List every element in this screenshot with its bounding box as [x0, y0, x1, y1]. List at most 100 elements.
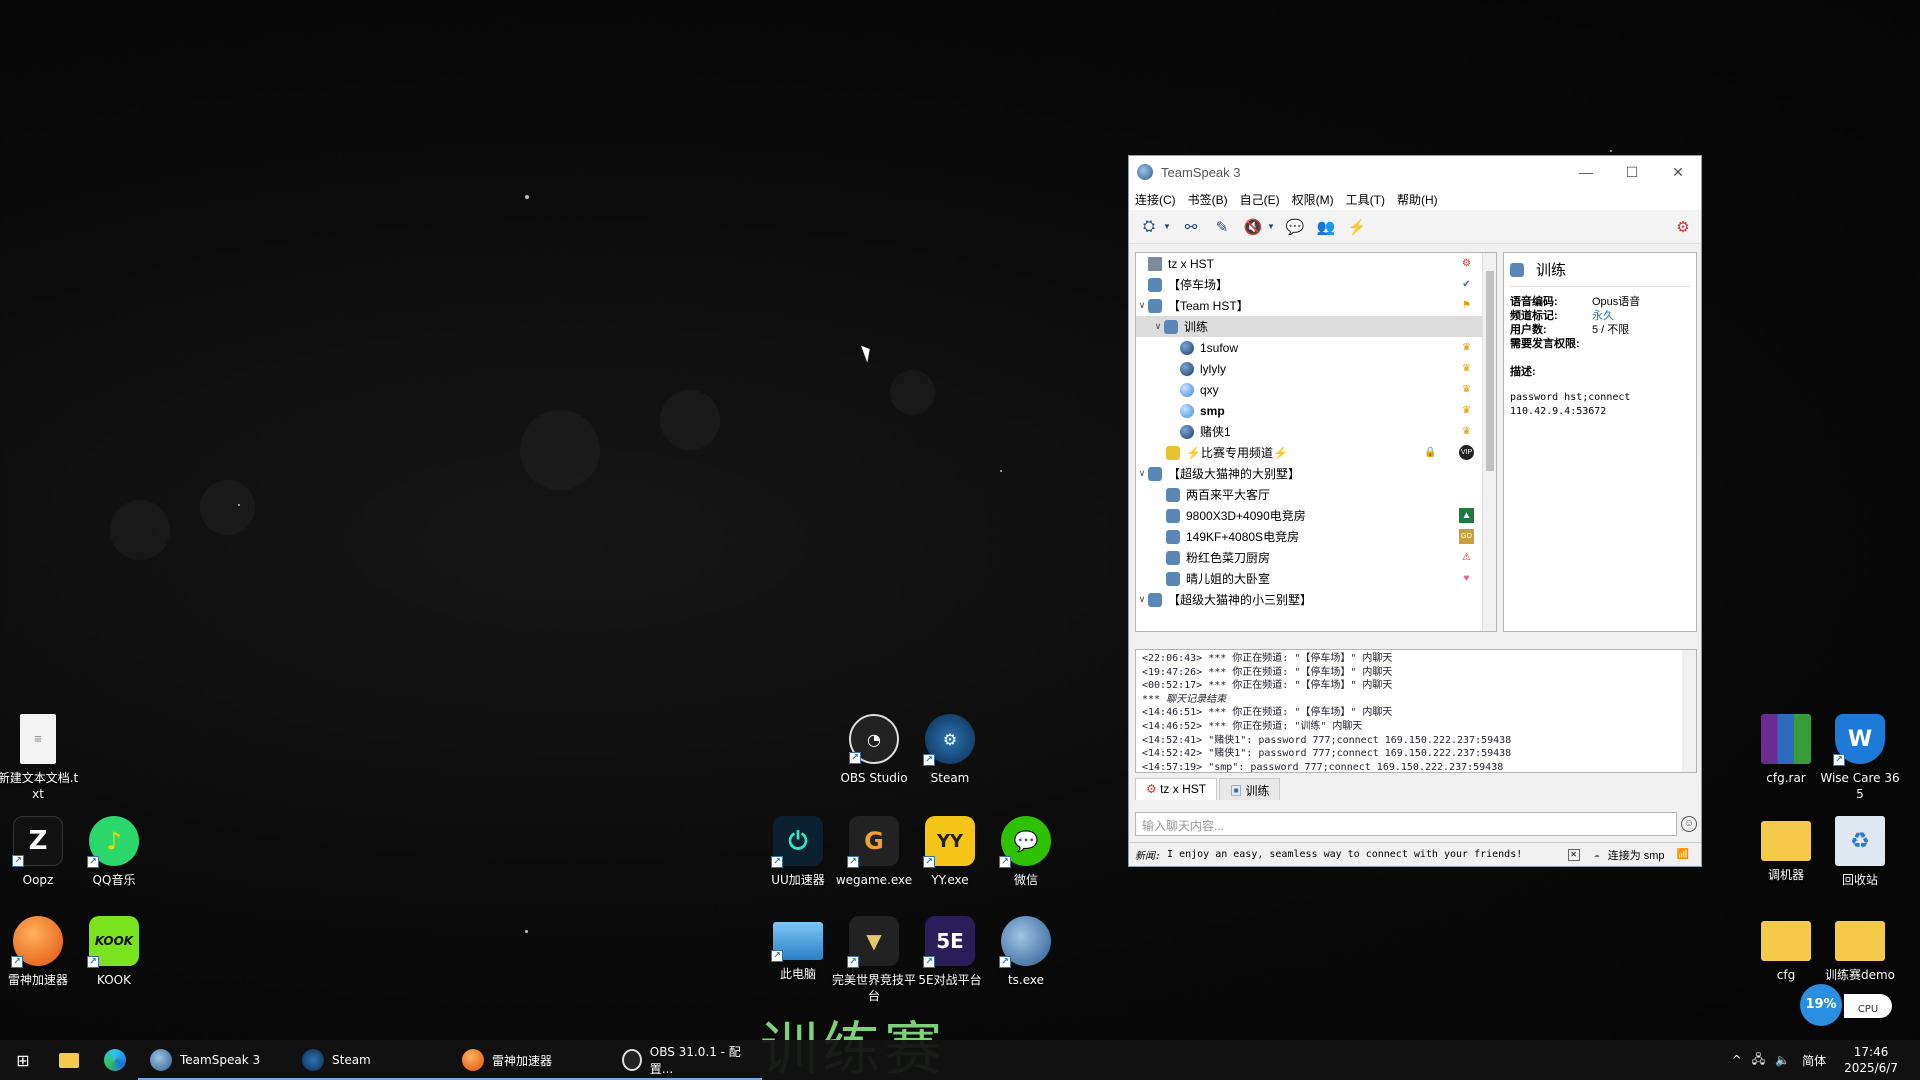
taskbar-steam[interactable]: Steam: [290, 1040, 450, 1080]
desktop-icon-perfectworld[interactable]: ▼ ↗ 完美世界竞技平台: [832, 916, 916, 1004]
channel-row[interactable]: 晴儿姐的大卧室 ♥: [1136, 568, 1496, 589]
desktop-icon-folder-demo[interactable]: 训练赛demo: [1818, 916, 1902, 983]
user-row[interactable]: 赌侠1 ♛: [1136, 421, 1496, 442]
title-bar[interactable]: TeamSpeak 3 — ☐ ✕: [1129, 156, 1701, 188]
desktop-icon-label: QQ音乐: [92, 873, 136, 887]
minimize-icon[interactable]: —: [1563, 156, 1609, 188]
volume-icon[interactable]: 🔈: [1775, 1053, 1790, 1067]
mute-mic-icon[interactable]: ✎: [1210, 215, 1234, 239]
menu-permissions[interactable]: 权限(M): [1292, 191, 1334, 208]
window-title: TeamSpeak 3: [1161, 164, 1241, 180]
whisper-icon[interactable]: ⚡: [1345, 215, 1369, 239]
news-text: I enjoy an easy, seamless way to connect…: [1167, 849, 1523, 860]
menu-self[interactable]: 自己(E): [1240, 191, 1280, 208]
ime-indicator[interactable]: 简体: [1802, 1052, 1826, 1069]
edge-icon: [104, 1049, 126, 1071]
desktop-icon-kook[interactable]: KOOK ↗ KOOK: [72, 916, 156, 988]
status-bar: 新闻: I enjoy an easy, seamless way to con…: [1129, 842, 1701, 866]
chevron-down-icon[interactable]: ▼: [1266, 215, 1276, 239]
user-row[interactable]: 1sufow ♛: [1136, 337, 1496, 358]
desktop-icon-teamspeak[interactable]: ↗ ts.exe: [984, 916, 1068, 988]
channel-row[interactable]: 【停车场】 ✔: [1136, 274, 1496, 295]
desktop-icon-oopz[interactable]: Z ↗ Oopz: [0, 816, 80, 888]
user-row-self[interactable]: smp ♛: [1136, 400, 1496, 421]
channel-icon: [1166, 529, 1180, 544]
disconnect-icon[interactable]: ⚯: [1179, 215, 1203, 239]
teamspeak-window[interactable]: TeamSpeak 3 — ☐ ✕ 连接(C) 书签(B) 自己(E) 权限(M…: [1128, 155, 1702, 867]
contacts-icon[interactable]: 👥: [1314, 215, 1338, 239]
connect-icon[interactable]: ⛭: [1137, 215, 1161, 239]
desktop-icon-uu[interactable]: ⏻ ↗ UU加速器: [756, 816, 840, 888]
channel-row[interactable]: 149KF+4080S电竞房 GO: [1136, 526, 1496, 547]
chat-input[interactable]: 输入聊天内容...: [1135, 812, 1677, 836]
user-row[interactable]: lylyly ♛: [1136, 358, 1496, 379]
tree-scrollbar[interactable]: [1482, 253, 1496, 631]
channel-name: 晴儿姐的大卧室: [1186, 572, 1271, 586]
user-row[interactable]: qxy ♛: [1136, 379, 1496, 400]
channel-row[interactable]: ⚡比赛专用频道⚡ VIP 🔒: [1136, 442, 1496, 463]
close-icon[interactable]: ✕: [1655, 156, 1701, 188]
mute-speaker-icon[interactable]: 🔇: [1241, 215, 1265, 239]
server-icon: [1148, 256, 1162, 271]
channel-row[interactable]: ∨ 【超级大猫神的大别墅】: [1136, 463, 1496, 484]
desktop-icon-cfg-rar[interactable]: cfg.rar: [1744, 714, 1828, 786]
desktop-icon-yy[interactable]: YY ↗ YY.exe: [908, 816, 992, 888]
channel-row[interactable]: 两百来平大客厅: [1136, 484, 1496, 505]
server-row[interactable]: tz x HST ⚙: [1136, 253, 1496, 274]
start-button[interactable]: ⊞: [0, 1040, 46, 1080]
taskbar-leishen[interactable]: 雷神加速器: [450, 1040, 610, 1080]
file-explorer-button[interactable]: [46, 1040, 92, 1080]
emoji-icon[interactable]: ☺: [1681, 816, 1697, 832]
collapse-icon[interactable]: ∨: [1136, 594, 1148, 605]
taskbar: ⊞ TeamSpeak 3 Steam 雷神加速器 OBS 31.0.1 - 配…: [0, 1040, 1920, 1080]
menu-bookmarks[interactable]: 书签(B): [1188, 191, 1228, 208]
scroll-thumb[interactable]: [1486, 271, 1494, 471]
maximize-icon[interactable]: ☐: [1609, 156, 1655, 188]
collapse-icon[interactable]: ∨: [1152, 321, 1164, 332]
channel-row-selected[interactable]: ∨ 训练: [1136, 316, 1496, 337]
desktop-icon-wisecare[interactable]: W ↗ Wise Care 365: [1818, 714, 1902, 802]
away-icon[interactable]: 💬: [1283, 215, 1307, 239]
channel-row[interactable]: 9800X3D+4090电竞房 ▲: [1136, 505, 1496, 526]
collapse-icon[interactable]: ∨: [1136, 300, 1148, 311]
chevron-down-icon[interactable]: ▼: [1162, 215, 1172, 239]
chat-log[interactable]: <22:06:43> *** 你正在频道: "【停车场】" 内聊天 <19:47…: [1135, 649, 1697, 773]
chat-scrollbar[interactable]: [1682, 650, 1696, 772]
menu-connection[interactable]: 连接(C): [1135, 191, 1176, 208]
teamspeak-settings-icon[interactable]: ⚙: [1671, 215, 1695, 239]
user-icon: [1180, 424, 1194, 439]
desktop-icon-recycle-bin[interactable]: ♻ 回收站: [1818, 816, 1902, 888]
network-icon[interactable]: 🖧: [1752, 1050, 1765, 1071]
collapse-icon[interactable]: ∨: [1136, 468, 1148, 479]
news-close-icon[interactable]: ✕: [1567, 848, 1580, 861]
desktop-icon-folder-tiaojiqi[interactable]: 调机器: [1744, 816, 1828, 883]
desktop-icon-qqmusic[interactable]: ♪ ↗ QQ音乐: [72, 816, 156, 888]
taskbar-obs[interactable]: OBS 31.0.1 - 配置...: [610, 1040, 762, 1080]
taskbar-teamspeak[interactable]: TeamSpeak 3: [138, 1040, 290, 1080]
desktop-icon-wechat[interactable]: 💬 ↗ 微信: [984, 816, 1068, 888]
channel-icon: [1166, 487, 1180, 502]
channel-row[interactable]: 粉红色菜刀厨房 ⚠: [1136, 547, 1496, 568]
clock[interactable]: 17:46 2025/6/7: [1844, 1044, 1898, 1076]
edge-button[interactable]: [92, 1040, 138, 1080]
channel-info-panel: 训练 语音编码: Opus语音 频道标记: 永久 用户数: 5 / 不限 需要发言权限…: [1503, 252, 1697, 632]
menu-tools[interactable]: 工具(T): [1346, 191, 1385, 208]
tray-chevron-up-icon[interactable]: ^: [1732, 1053, 1742, 1067]
cpu-widget[interactable]: 19% CPU: [1800, 984, 1894, 1026]
tab-server[interactable]: ⚙ tz x HST: [1135, 778, 1218, 800]
desktop-icon-folder-cfg[interactable]: cfg: [1744, 916, 1828, 983]
desktop-icon-5e[interactable]: 5E ↗ 5E对战平台: [908, 916, 992, 988]
desktop-icon-obs[interactable]: ◔ ↗ OBS Studio: [832, 714, 916, 786]
channel-row[interactable]: ∨ 【超级大猫神的小三别墅】: [1136, 589, 1496, 610]
desktop-icon-text-file[interactable]: ≡ 新建文本文档.txt: [0, 714, 80, 802]
desktop-icon-leishen[interactable]: ↗ 雷神加速器: [0, 916, 80, 988]
channel-row[interactable]: ∨ 【Team HST】 ⚑: [1136, 295, 1496, 316]
users-value: 5 / 不限: [1592, 324, 1630, 336]
chat-line: <14:46:52> *** 你正在频道: "训练" 内聊天: [1142, 720, 1363, 732]
menu-help[interactable]: 帮助(H): [1397, 191, 1438, 208]
desktop-icon-steam[interactable]: ⚙ ↗ Steam: [908, 714, 992, 786]
channel-tree[interactable]: tz x HST ⚙ 【停车场】 ✔ ∨ 【Team HST】 ⚑ ∨ 训练 1…: [1135, 252, 1497, 632]
desktop-icon-computer[interactable]: ↗ 此电脑: [756, 916, 840, 982]
tab-channel[interactable]: ▣ 训练: [1219, 778, 1281, 800]
desktop-icon-wegame[interactable]: G ↗ wegame.exe: [832, 816, 916, 888]
